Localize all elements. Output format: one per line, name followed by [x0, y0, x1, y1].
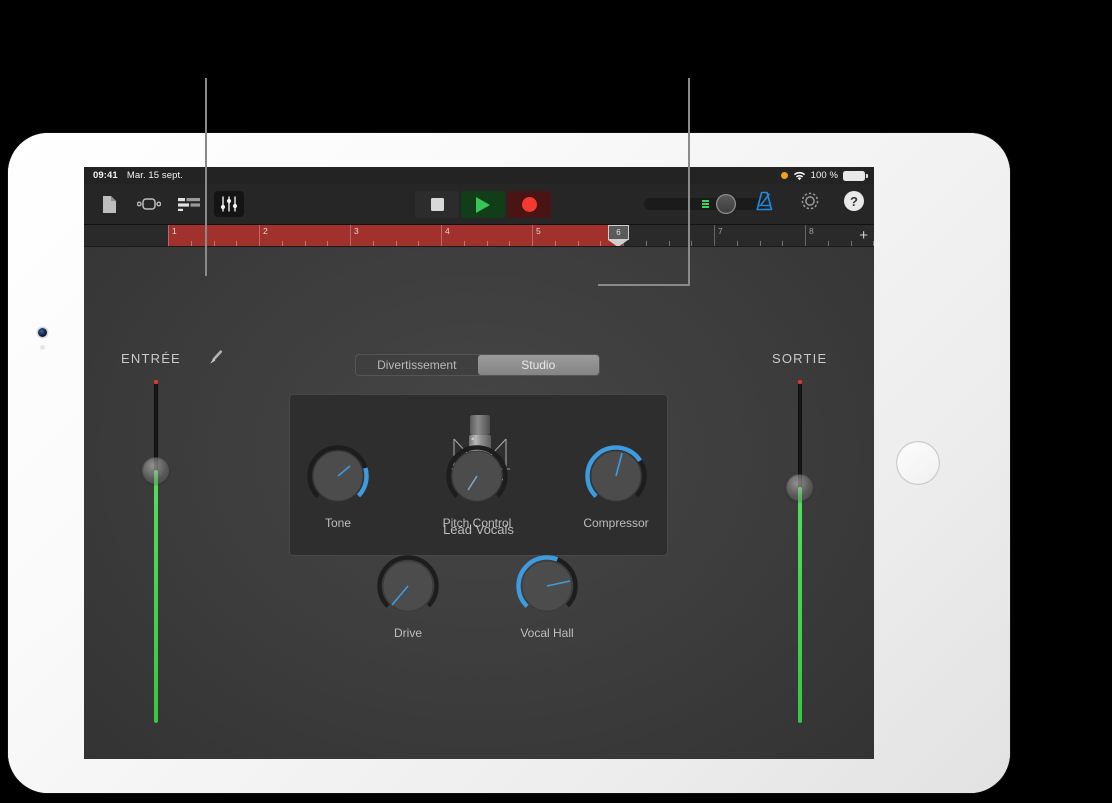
- output-title: SORTIE: [772, 351, 828, 366]
- help-label: ?: [850, 193, 858, 209]
- ruler-left-pad: [84, 225, 168, 246]
- compressor-knob[interactable]: Compressor: [576, 445, 656, 530]
- bar-label-3: 3: [354, 226, 359, 236]
- pitch-knob-dial[interactable]: [446, 445, 508, 507]
- settings-gear-icon[interactable]: [800, 191, 820, 211]
- status-bar: 09:41 Mar. 15 sept. 100 %: [84, 167, 874, 184]
- segment-studio[interactable]: Studio: [477, 355, 599, 375]
- bar-label-4: 4: [445, 226, 450, 236]
- bar-label-8: 8: [809, 226, 814, 236]
- help-button[interactable]: ?: [844, 191, 864, 211]
- bar-label-5: 5: [536, 226, 541, 236]
- pitch-knob[interactable]: Pitch Control: [437, 445, 517, 530]
- output-peak-indicator: [798, 380, 802, 384]
- input-fader-track[interactable]: [154, 380, 158, 723]
- vocal-hall-knob[interactable]: Vocal Hall: [507, 555, 587, 640]
- play-button[interactable]: [461, 191, 505, 218]
- compressor-knob-label: Compressor: [583, 516, 649, 530]
- vocal-hall-knob-dial[interactable]: [516, 555, 578, 617]
- studio-panel: ENTRÉE Micro Canal Divertissement Studio: [84, 247, 874, 759]
- output-fader-track[interactable]: [798, 380, 802, 723]
- master-volume-knob[interactable]: [716, 194, 736, 214]
- view-segmented-control[interactable]: Divertissement Studio: [355, 354, 600, 376]
- callout-line-input: [205, 78, 207, 276]
- playhead[interactable]: 6: [608, 225, 629, 246]
- segment-divertissement[interactable]: Divertissement: [356, 355, 478, 375]
- drive-knob-dial[interactable]: [377, 555, 439, 617]
- front-camera-icon: [38, 328, 47, 337]
- battery-percent: 100 %: [810, 170, 838, 181]
- loop-browser-icon[interactable]: [134, 191, 164, 217]
- toolbar-right-group: ?: [754, 191, 864, 211]
- home-button[interactable]: [896, 441, 940, 485]
- status-time: 09:41: [93, 170, 118, 181]
- screenshot-root: 09:41 Mar. 15 sept. 100 % ? 1 2 3 4 5 7 …: [0, 0, 1112, 803]
- callout-line-studio-horizontal: [598, 284, 690, 286]
- tracks-view-icon[interactable]: [174, 191, 204, 217]
- record-button[interactable]: [507, 191, 551, 218]
- callout-line-studio-vertical: [688, 78, 690, 286]
- input-jack-icon[interactable]: [208, 349, 225, 366]
- output-level-fader[interactable]: [787, 475, 812, 500]
- bar-label-7: 7: [718, 226, 723, 236]
- master-volume-slider[interactable]: [644, 194, 766, 214]
- output-level-meter: [798, 487, 802, 723]
- wifi-icon: [793, 171, 805, 180]
- status-date: Mar. 15 sept.: [126, 170, 184, 181]
- ipad-screen: 09:41 Mar. 15 sept. 100 % ? 1 2 3 4 5 7 …: [84, 167, 874, 759]
- mic-in-use-icon: [780, 172, 788, 179]
- mixer-controls-icon[interactable]: [214, 191, 244, 217]
- compressor-knob-dial[interactable]: [585, 445, 647, 507]
- bar-label-2: 2: [263, 226, 268, 236]
- input-peak-indicator: [154, 380, 158, 384]
- ambient-sensor-icon: [40, 345, 45, 350]
- input-level-meter: [154, 470, 158, 723]
- tone-knob-dial[interactable]: [307, 445, 369, 507]
- timeline-ruler[interactable]: 1 2 3 4 5 7 8 6 +: [84, 225, 874, 247]
- transport-controls: [415, 191, 553, 218]
- playhead-bar-label: 6: [608, 225, 629, 240]
- volume-level-icon: [702, 200, 709, 208]
- tone-knob[interactable]: Tone: [298, 445, 378, 530]
- metronome-icon[interactable]: [754, 191, 776, 211]
- toolbar: ?: [84, 184, 874, 225]
- add-track-button[interactable]: +: [859, 228, 868, 243]
- bar-label-1: 1: [172, 226, 177, 236]
- vocal-hall-knob-label: Vocal Hall: [520, 626, 574, 640]
- input-title: ENTRÉE: [121, 351, 181, 366]
- battery-icon: [843, 170, 868, 181]
- stop-button[interactable]: [415, 191, 459, 218]
- drive-knob[interactable]: Drive: [368, 555, 448, 640]
- drive-knob-label: Drive: [393, 626, 422, 640]
- tone-knob-label: Tone: [324, 516, 352, 530]
- input-level-fader[interactable]: [143, 458, 168, 483]
- pitch-knob-label: Pitch Control: [442, 516, 512, 530]
- document-icon[interactable]: [94, 191, 124, 217]
